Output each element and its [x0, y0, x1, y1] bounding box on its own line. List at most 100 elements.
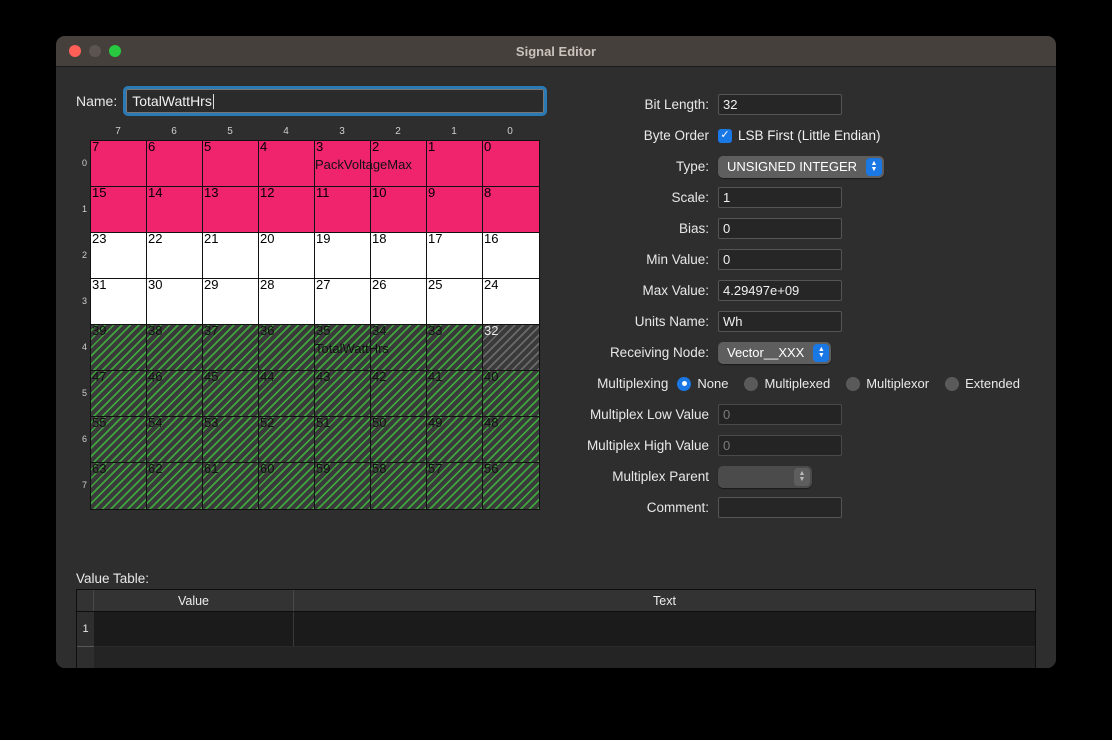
- multiplex-high-input[interactable]: 0: [718, 435, 842, 456]
- bit-cell-4[interactable]: 4: [259, 140, 315, 187]
- bit-cell-22[interactable]: 22: [147, 232, 203, 279]
- bit-cell-19[interactable]: 19: [315, 232, 371, 279]
- bit-cell-49[interactable]: 49: [427, 416, 483, 463]
- min-value-input[interactable]: 0: [718, 249, 842, 270]
- bit-cell-11[interactable]: 11: [315, 186, 371, 233]
- bit-layout-grid[interactable]: 76543210 01234567 7 6 5 4 3 PackVoltageMax 2 1 0…: [76, 126, 540, 510]
- bit-cell-number: 47: [92, 369, 107, 384]
- bit-cell-3[interactable]: 3 PackVoltageMax: [315, 140, 412, 187]
- bit-cell-28[interactable]: 28: [259, 278, 315, 325]
- byte-order-checkbox[interactable]: ✓ LSB First (Little Endian): [718, 128, 881, 143]
- units-name-input[interactable]: Wh: [718, 311, 842, 332]
- bit-grid-row-header-3: 3: [81, 296, 87, 306]
- bit-grid-cells[interactable]: 7 6 5 4 3 PackVoltageMax 2 1 0 15 14 13 12 11 10 9 8 23 22…: [90, 140, 540, 510]
- radio-multiplexed[interactable]: Multiplexed: [744, 376, 830, 391]
- comment-input[interactable]: [718, 497, 842, 518]
- bit-cell-40[interactable]: 40: [483, 370, 539, 417]
- multiplexing-radio-group[interactable]: None Multiplexed Multiplexor Extended: [677, 376, 1036, 391]
- bit-cell-9[interactable]: 9: [427, 186, 483, 233]
- table-row[interactable]: [94, 612, 1035, 647]
- multiplex-parent-select[interactable]: ▲ ▼: [718, 465, 812, 488]
- bit-cell-35[interactable]: 35 TotalWattHrs: [315, 324, 389, 371]
- bias-input[interactable]: 0: [718, 218, 842, 239]
- bit-cell-12[interactable]: 12: [259, 186, 315, 233]
- radio-extended[interactable]: Extended: [945, 376, 1020, 391]
- bit-cell-number: 7: [92, 139, 100, 154]
- bit-cell-10[interactable]: 10: [371, 186, 427, 233]
- value-cell[interactable]: [94, 612, 294, 647]
- bit-cell-23[interactable]: 23: [91, 232, 147, 279]
- bit-cell-58[interactable]: 58: [371, 462, 427, 509]
- bit-cell-39[interactable]: 39: [91, 324, 147, 371]
- value-table[interactable]: Value Text 1: [76, 589, 1036, 668]
- bit-cell-43[interactable]: 43: [315, 370, 371, 417]
- bit-cell-48[interactable]: 48: [483, 416, 539, 463]
- bit-cell-42[interactable]: 42: [371, 370, 427, 417]
- bit-cell-62[interactable]: 62: [147, 462, 203, 509]
- type-select[interactable]: UNSIGNED INTEGER ▲ ▼: [718, 155, 885, 178]
- bit-cell-30[interactable]: 30: [147, 278, 203, 325]
- bit-cell-31[interactable]: 31: [91, 278, 147, 325]
- bit-cell-7[interactable]: 7: [91, 139, 147, 187]
- bit-cell-50[interactable]: 50: [371, 416, 427, 463]
- bit-cell-number: 16: [484, 231, 499, 246]
- bit-cell-24[interactable]: 24: [483, 278, 539, 325]
- bit-cell-36[interactable]: 36: [259, 324, 315, 371]
- bit-cell-20[interactable]: 20: [259, 232, 315, 279]
- minimize-button-icon[interactable]: [89, 45, 101, 57]
- bit-cell-18[interactable]: 18: [371, 232, 427, 279]
- bit-cell-16[interactable]: 16: [483, 231, 539, 279]
- name-input[interactable]: TotalWattHrs: [123, 86, 548, 116]
- bit-cell-61[interactable]: 61: [203, 462, 259, 509]
- bit-cell-17[interactable]: 17: [427, 232, 483, 279]
- bit-cell-44[interactable]: 44: [259, 370, 315, 417]
- bit-cell-56[interactable]: 56: [483, 462, 539, 509]
- bit-cell-60[interactable]: 60: [259, 462, 315, 509]
- bit-cell-26[interactable]: 26: [371, 278, 427, 325]
- radio-none[interactable]: None: [677, 376, 728, 391]
- bit-cell-63[interactable]: 63: [91, 462, 147, 509]
- multiplex-parent-label: Multiplex Parent: [612, 469, 709, 484]
- bit-cell-32[interactable]: 32: [483, 324, 539, 371]
- bit-cell-52[interactable]: 52: [259, 416, 315, 463]
- bit-cell-14[interactable]: 14: [147, 186, 203, 233]
- column-header-value[interactable]: Value: [94, 590, 294, 611]
- bit-cell-15[interactable]: 15: [91, 186, 147, 233]
- bit-cell-25[interactable]: 25: [427, 278, 483, 325]
- column-header-text[interactable]: Text: [294, 590, 1035, 611]
- bit-cell-54[interactable]: 54: [147, 416, 203, 463]
- scale-input[interactable]: 1: [718, 187, 842, 208]
- bit-cell-55[interactable]: 55: [91, 416, 147, 463]
- bit-length-input[interactable]: 32: [718, 94, 842, 115]
- close-button-icon[interactable]: [69, 45, 81, 57]
- bit-cell-29[interactable]: 29: [203, 278, 259, 325]
- max-value-input[interactable]: 4.29497e+09: [718, 280, 842, 301]
- bit-cell-57[interactable]: 57: [427, 462, 483, 509]
- bit-cell-27[interactable]: 27: [315, 278, 371, 325]
- window-titlebar[interactable]: Signal Editor: [56, 36, 1056, 67]
- text-cell[interactable]: [294, 612, 1035, 647]
- bit-cell-21[interactable]: 21: [203, 232, 259, 279]
- bit-cell-13[interactable]: 13: [203, 186, 259, 233]
- bit-cell-0[interactable]: 0: [483, 140, 539, 187]
- bit-cell-45[interactable]: 45: [203, 370, 259, 417]
- bit-cell-46[interactable]: 46: [147, 370, 203, 417]
- value-table-rows[interactable]: [94, 612, 1035, 668]
- bit-cell-1[interactable]: 1: [427, 140, 483, 187]
- bit-cell-33[interactable]: 33: [427, 324, 483, 371]
- multiplex-low-input[interactable]: 0: [718, 404, 842, 425]
- zoom-button-icon[interactable]: [109, 45, 121, 57]
- bit-cell-37[interactable]: 37: [203, 324, 259, 371]
- bit-grid-row: 31 30 29 28 27 26 25 24: [91, 278, 539, 325]
- bit-cell-53[interactable]: 53: [203, 416, 259, 463]
- bit-cell-51[interactable]: 51: [315, 416, 371, 463]
- bit-cell-41[interactable]: 41: [427, 370, 483, 417]
- bit-cell-38[interactable]: 38: [147, 324, 203, 371]
- bit-cell-5[interactable]: 5: [203, 140, 259, 187]
- radio-multiplexor[interactable]: Multiplexor: [846, 376, 929, 391]
- bit-cell-6[interactable]: 6: [147, 140, 203, 187]
- receiving-node-select[interactable]: Vector__XXX ▲ ▼: [718, 341, 832, 364]
- bit-cell-8[interactable]: 8: [483, 186, 539, 233]
- bit-cell-47[interactable]: 47: [91, 369, 147, 417]
- bit-cell-59[interactable]: 59: [315, 462, 371, 509]
